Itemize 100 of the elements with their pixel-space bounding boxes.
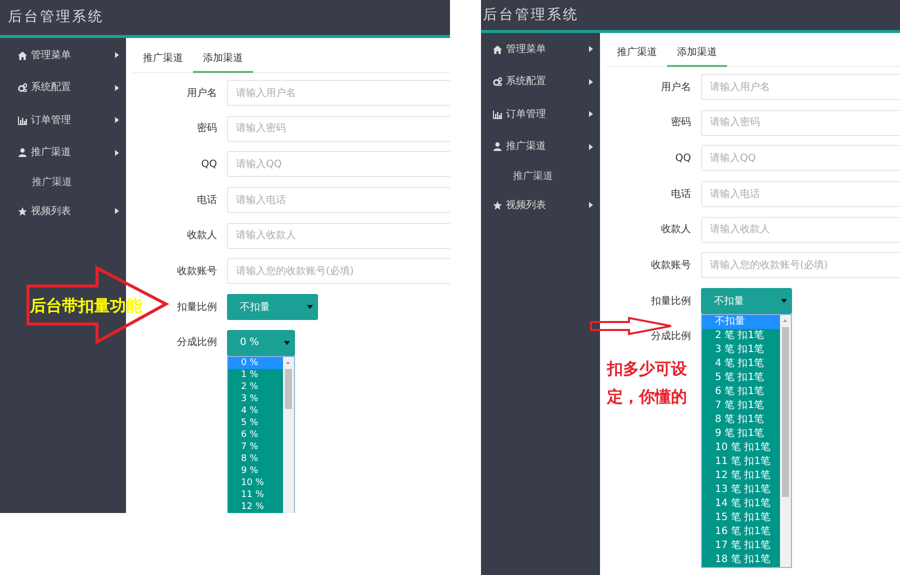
sidebar-subitem[interactable]: 推广渠道 <box>32 174 72 190</box>
home-icon <box>493 44 502 54</box>
field-label: 收款人 <box>186 229 218 244</box>
annotation-text: 后台带扣量功能 <box>30 296 142 316</box>
sidebar-item[interactable]: 视频列表 <box>0 195 126 228</box>
field-label: 电话 <box>670 188 692 202</box>
caret-icon <box>589 202 593 208</box>
input-field[interactable]: 请输入密码 <box>701 110 900 136</box>
dropdown-option[interactable]: 10 笔 扣1笔 <box>702 441 780 456</box>
dropdown-option[interactable]: 15 笔 扣1笔 <box>702 511 780 526</box>
input-field[interactable]: 请输入电话 <box>701 181 900 208</box>
field-label: 密码 <box>196 122 218 136</box>
dropdown-option[interactable]: 8 笔 扣1笔 <box>702 413 780 428</box>
field-label: 用户名 <box>186 86 218 100</box>
scrollbar[interactable] <box>283 356 294 513</box>
sidebar-item[interactable]: 管理菜单 <box>481 33 600 66</box>
dropdown-option[interactable]: 2 笔 扣1笔 <box>702 329 780 344</box>
tab[interactable]: 添加渠道 <box>667 41 727 67</box>
dropdown-option[interactable]: 13 笔 扣1笔 <box>702 483 780 498</box>
sidebar-item[interactable]: 订单管理 <box>0 104 126 136</box>
caret-icon <box>589 111 593 118</box>
caret-icon <box>115 84 119 91</box>
sidebar-item[interactable]: 管理菜单 <box>0 39 126 72</box>
dropdown-option[interactable]: 12 % <box>228 500 283 513</box>
dropdown-option[interactable]: 9 % <box>228 464 283 477</box>
dropdown-option[interactable]: 7 % <box>228 440 283 453</box>
field-label: QQ <box>674 152 692 166</box>
field-label: 扣量比例 <box>176 300 218 315</box>
field-label: 收款人 <box>660 223 692 238</box>
dropdown-option[interactable]: 6 笔 扣1笔 <box>702 385 780 400</box>
input-field[interactable]: 请输入收款人 <box>701 216 900 243</box>
gears-icon <box>493 77 502 86</box>
caret-icon <box>589 46 593 52</box>
dropdown-option[interactable]: 8 % <box>228 452 283 465</box>
field-label: 分成比例 <box>650 330 692 344</box>
tab[interactable]: 推广渠道 <box>133 47 193 73</box>
sidebar-subitem[interactable]: 推广渠道 <box>513 168 553 184</box>
select-dropdown[interactable]: 不扣量 <box>701 288 792 314</box>
input-field[interactable]: 请输入密码 <box>227 116 450 142</box>
dropdown-option[interactable]: 6 % <box>228 428 283 441</box>
caret-icon <box>284 340 290 345</box>
sidebar-item[interactable]: 订单管理 <box>481 98 600 130</box>
dropdown-option[interactable]: 不扣量 <box>702 315 780 330</box>
star-icon <box>18 206 27 216</box>
user-icon <box>18 148 27 158</box>
input-field[interactable]: 请输入您的收款账号(必填) <box>227 258 450 284</box>
sidebar-item[interactable]: 系统配置 <box>0 72 126 104</box>
dropdown-option[interactable]: 1 % <box>228 368 283 381</box>
caret-icon <box>115 117 119 124</box>
input-field[interactable]: 请输入QQ <box>701 145 900 172</box>
bar-chart-icon <box>18 116 27 125</box>
dropdown-option[interactable]: 11 % <box>228 488 283 501</box>
field-label: 用户名 <box>660 80 692 94</box>
input-field[interactable]: 请输入用户名 <box>227 80 450 106</box>
field-label: 收款账号 <box>650 258 692 273</box>
caret-icon <box>589 144 593 150</box>
sidebar-item[interactable]: 推广渠道 <box>0 136 126 169</box>
dropdown-option[interactable]: 0 % <box>228 356 283 369</box>
tab[interactable]: 推广渠道 <box>607 41 667 67</box>
field-label: 密码 <box>670 116 692 130</box>
dropdown-option[interactable]: 10 % <box>228 476 283 489</box>
dropdown-option[interactable]: 9 笔 扣1笔 <box>702 427 780 442</box>
dropdown-option[interactable]: 16 笔 扣1笔 <box>702 525 780 540</box>
sidebar-item[interactable]: 视频列表 <box>481 189 600 222</box>
field-label: 收款账号 <box>176 264 218 279</box>
dropdown-option[interactable]: 5 笔 扣1笔 <box>702 371 780 386</box>
dropdown-option[interactable]: 4 笔 扣1笔 <box>702 357 780 372</box>
sidebar-item[interactable]: 系统配置 <box>481 66 600 98</box>
app-title: 后台管理系统 <box>8 8 104 27</box>
input-field[interactable]: 请输入您的收款账号(必填) <box>701 252 900 278</box>
dropdown-option[interactable]: 14 笔 扣1笔 <box>702 497 780 512</box>
input-field[interactable]: 请输入收款人 <box>227 222 450 249</box>
dropdown-option[interactable]: 17 笔 扣1笔 <box>702 539 780 554</box>
field-label: QQ <box>200 158 218 172</box>
gears-icon <box>18 83 27 92</box>
dropdown-option[interactable]: 5 % <box>228 416 283 429</box>
dropdown-option[interactable]: 4 % <box>228 404 283 417</box>
scrollbar[interactable] <box>780 315 791 568</box>
dropdown-option[interactable]: 7 笔 扣1笔 <box>702 399 780 414</box>
annotation-text: 扣多少可设定，你懂的 <box>607 358 688 408</box>
dropdown-option[interactable]: 2 % <box>228 380 283 393</box>
dropdown-option[interactable]: 12 笔 扣1笔 <box>702 469 780 484</box>
star-icon <box>493 200 502 210</box>
dropdown-option[interactable]: 3 笔 扣1笔 <box>702 343 780 358</box>
bar-chart-icon <box>493 110 502 119</box>
sidebar-item[interactable]: 推广渠道 <box>481 130 600 163</box>
select-dropdown[interactable]: 不扣量 <box>227 294 318 320</box>
field-label: 扣量比例 <box>650 294 692 309</box>
tab[interactable]: 添加渠道 <box>193 47 253 73</box>
home-icon <box>18 50 27 60</box>
select-dropdown[interactable]: 0 % <box>227 330 295 356</box>
dropdown-option[interactable]: 11 笔 扣1笔 <box>702 455 780 470</box>
dropdown-option[interactable]: 18 笔 扣1笔 <box>702 553 780 568</box>
input-field[interactable]: 请输入QQ <box>227 151 450 178</box>
input-field[interactable]: 请输入用户名 <box>701 74 900 100</box>
dropdown-option[interactable]: 3 % <box>228 392 283 405</box>
user-icon <box>493 142 502 152</box>
caret-icon <box>115 208 119 214</box>
caret-icon <box>115 52 119 58</box>
input-field[interactable]: 请输入电话 <box>227 187 450 214</box>
